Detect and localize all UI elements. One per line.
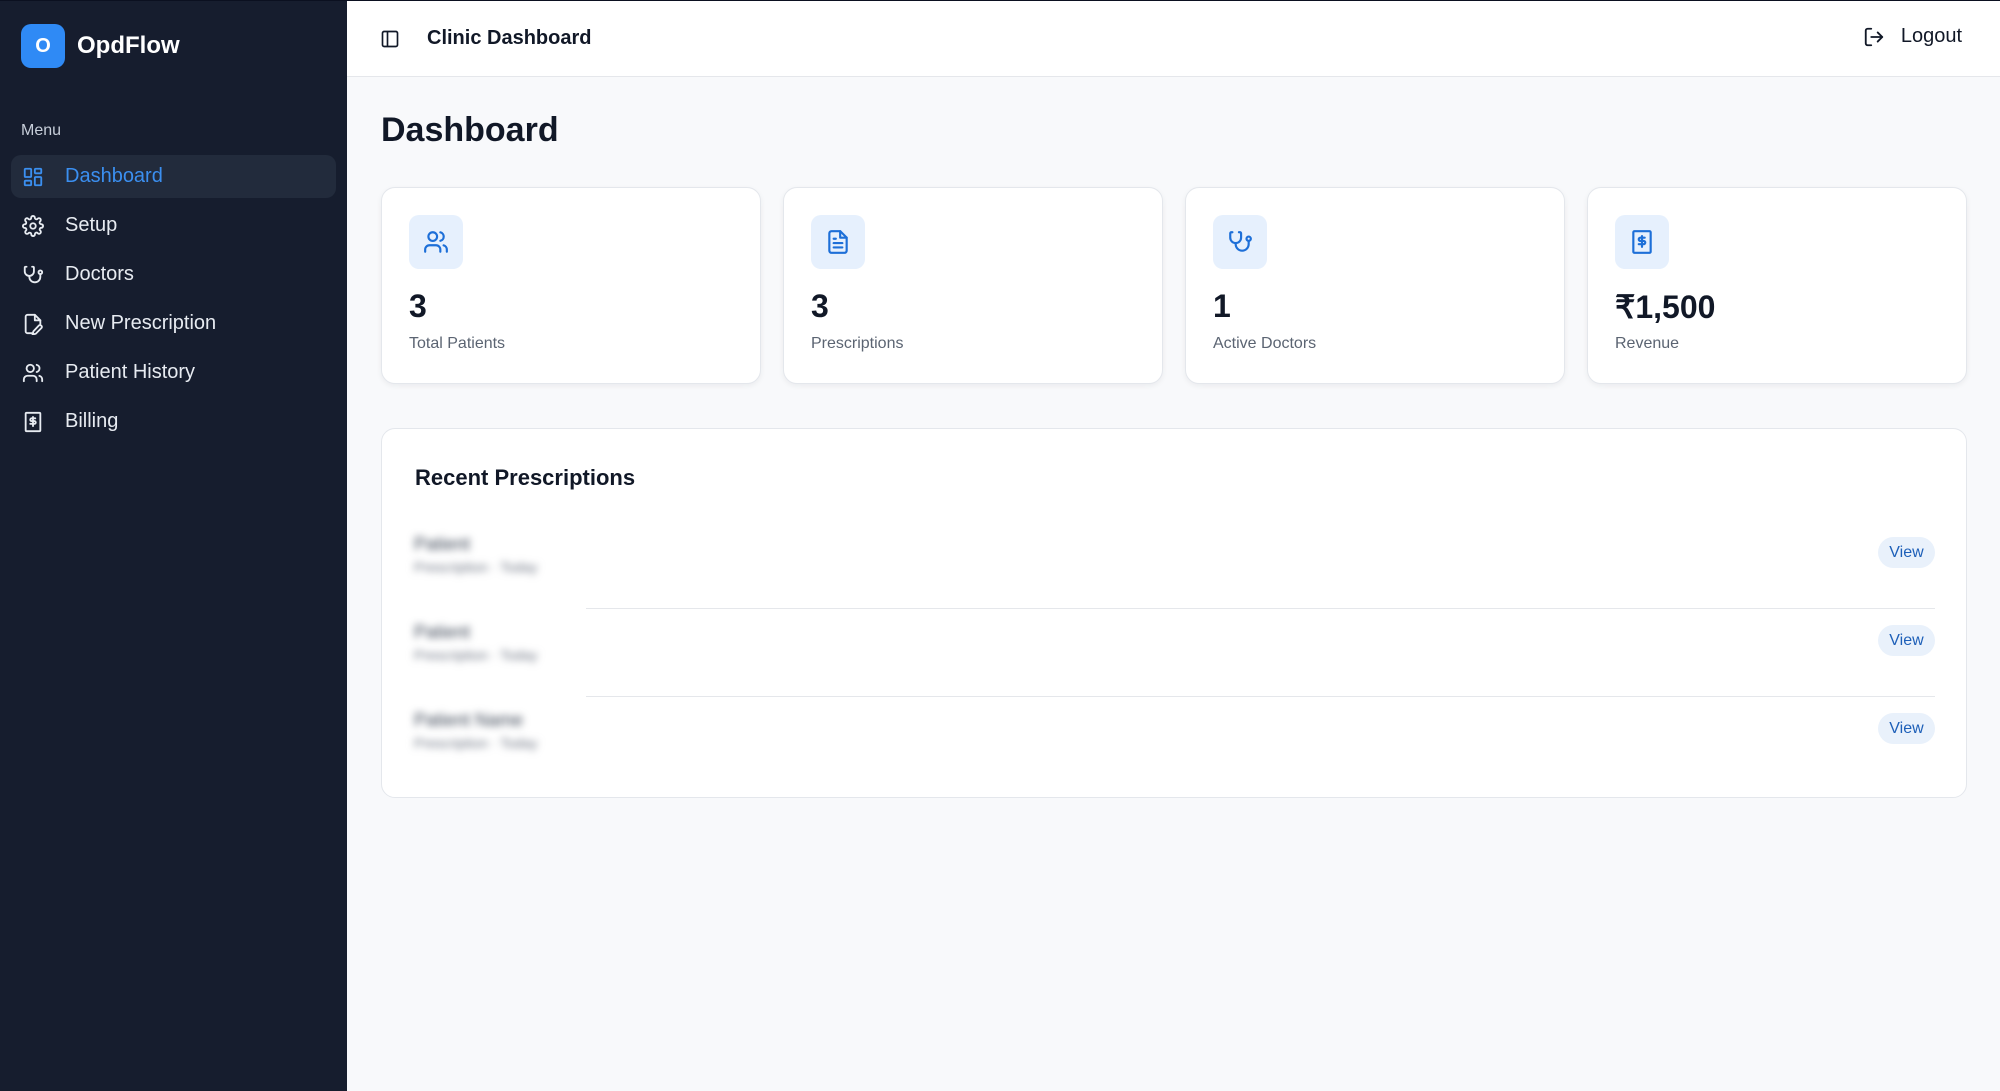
sidebar-item-label: Dashboard <box>65 165 163 187</box>
stethoscope-icon <box>22 264 44 286</box>
sidebar-toggle-icon[interactable] <box>378 27 402 51</box>
logout-icon <box>1864 27 1883 46</box>
logout-button[interactable]: Logout <box>1863 25 1962 48</box>
sidebar-item-label: Billing <box>65 410 119 432</box>
view-button[interactable]: View <box>1878 537 1935 568</box>
prescription-meta: Prescription · Today <box>414 559 538 575</box>
stat-label: Active Doctors <box>1213 335 1317 352</box>
users-icon <box>409 215 463 269</box>
stat-value: ₹1,500 <box>1615 289 1716 325</box>
list-item: Patient Name Prescription · Today View <box>410 697 1935 785</box>
prescription-meta: Prescription · Today <box>414 735 538 751</box>
patient-name: Patient <box>414 534 471 554</box>
sidebar-item-dashboard[interactable]: Dashboard <box>11 155 336 198</box>
view-button[interactable]: View <box>1878 625 1935 656</box>
layout-grid-icon <box>22 166 44 188</box>
sidebar-item-label: Patient History <box>65 361 196 383</box>
sidebar-item-setup[interactable]: Setup <box>11 204 336 247</box>
stat-value: 1 <box>1213 288 1231 324</box>
sidebar-item-billing[interactable]: Billing <box>11 400 336 443</box>
users-icon <box>22 362 44 384</box>
stat-value: 3 <box>409 288 427 324</box>
file-text-icon <box>811 215 865 269</box>
menu-label: Menu <box>21 122 62 139</box>
page-header-title: Clinic Dashboard <box>427 27 592 49</box>
receipt-icon <box>1615 215 1669 269</box>
stat-value: 3 <box>811 288 829 324</box>
logout-label: Logout <box>1900 25 1962 47</box>
stat-card-active-doctors: 1 Active Doctors <box>1185 187 1565 384</box>
stat-card-prescriptions: 3 Prescriptions <box>783 187 1163 384</box>
recent-prescriptions-card: Recent Prescriptions Patient Prescriptio… <box>381 428 1967 798</box>
sidebar-item-label: New Prescription <box>65 312 217 334</box>
brand-logo: O <box>21 24 65 68</box>
sidebar-item-new-prescription[interactable]: New Prescription <box>11 302 336 345</box>
list-item: Patient Prescription · Today View <box>410 609 1935 697</box>
brand-name: OpdFlow <box>77 32 180 59</box>
sidebar-item-label: Doctors <box>65 263 134 285</box>
recent-prescriptions-list: Patient Prescription · Today View Patien… <box>410 521 1935 785</box>
view-button[interactable]: View <box>1878 713 1935 744</box>
stat-card-revenue: ₹1,500 Revenue <box>1587 187 1967 384</box>
stat-card-total-patients: 3 Total Patients <box>381 187 761 384</box>
stat-label: Total Patients <box>409 335 506 352</box>
sidebar-nav: Dashboard Setup Doctors New Prescription… <box>11 155 336 449</box>
stat-label: Revenue <box>1615 335 1680 352</box>
sidebar: O OpdFlow Menu Dashboard Setup Doctors N… <box>0 0 347 1091</box>
stats-row: 3 Total Patients 3 Prescriptions 1 Activ… <box>381 187 1967 384</box>
file-pen-icon <box>22 313 44 335</box>
receipt-icon <box>22 411 44 433</box>
top-header: Clinic Dashboard Logout <box>347 0 2000 77</box>
patient-name: Patient <box>414 622 471 642</box>
sidebar-item-patient-history[interactable]: Patient History <box>11 351 336 394</box>
list-item: Patient Prescription · Today View <box>410 521 1935 609</box>
stethoscope-icon <box>1213 215 1267 269</box>
sidebar-item-label: Setup <box>65 214 118 236</box>
brand[interactable]: O OpdFlow <box>21 24 180 68</box>
main-content: Dashboard 3 Total Patients 3 Prescriptio… <box>347 77 2000 1091</box>
prescription-meta: Prescription · Today <box>414 647 538 663</box>
patient-name: Patient Name <box>414 710 524 730</box>
stat-label: Prescriptions <box>811 335 904 352</box>
page-title: Dashboard <box>381 111 559 149</box>
gear-icon <box>22 214 44 237</box>
recent-prescriptions-title: Recent Prescriptions <box>415 465 636 490</box>
sidebar-item-doctors[interactable]: Doctors <box>11 253 336 296</box>
